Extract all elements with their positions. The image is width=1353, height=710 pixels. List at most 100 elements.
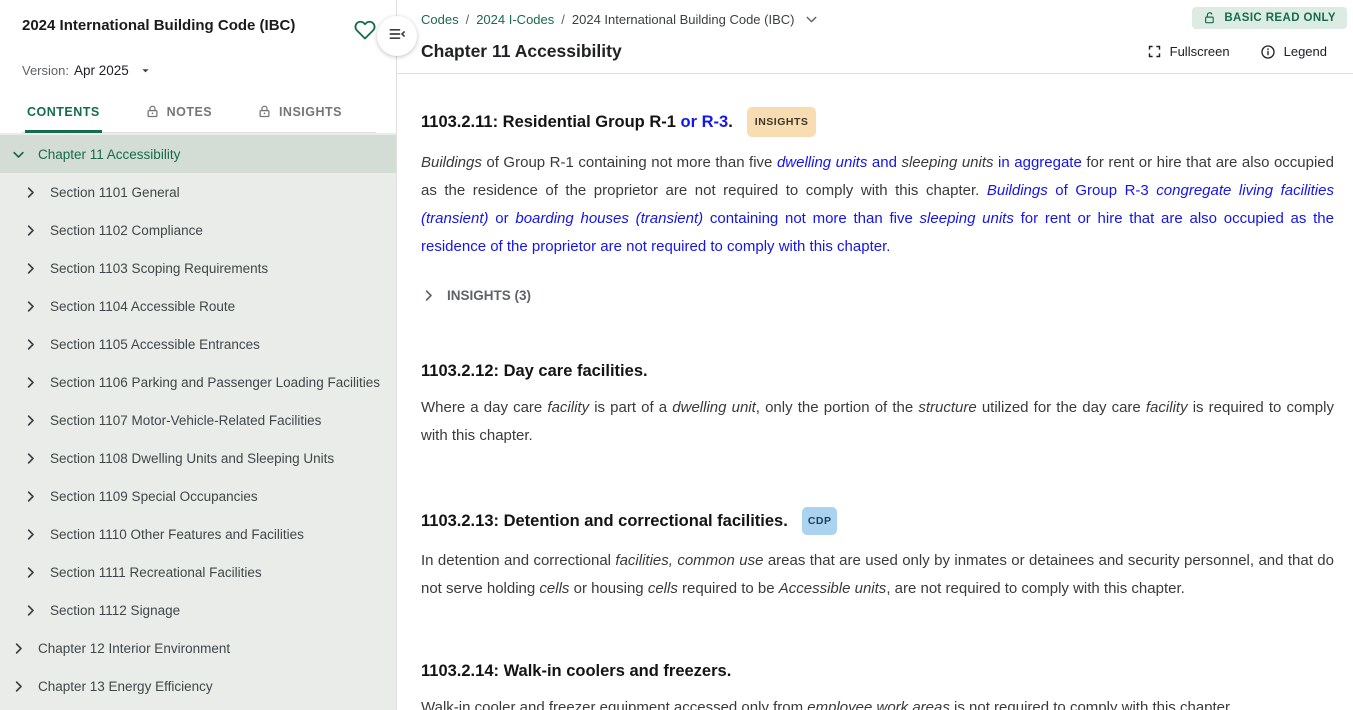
toc-item-label: Section 1102 Compliance bbox=[50, 223, 203, 238]
text-segment: 1103.2.12: Day care facilities. bbox=[421, 362, 648, 380]
version-label: Version: bbox=[22, 63, 69, 78]
chevron-right-icon bbox=[23, 223, 50, 238]
code-term-link[interactable]: containing not more than five bbox=[703, 210, 919, 227]
text-segment: In detention and correctional bbox=[421, 552, 615, 569]
chevron-down-icon bbox=[11, 147, 38, 162]
toc-item-label: Section 1103 Scoping Requirements bbox=[50, 261, 268, 276]
sidebar-item-section-1109-special-occupancies[interactable]: Section 1109 Special Occupancies bbox=[0, 477, 396, 515]
sidebar: 2024 International Building Code (IBC) V… bbox=[0, 0, 397, 710]
toc-item-label: Section 1107 Motor-Vehicle-Related Facil… bbox=[50, 413, 321, 428]
insights-badge[interactable]: INSIGHTS bbox=[747, 107, 817, 137]
text-segment: Accessible units bbox=[779, 580, 887, 597]
code-term-link[interactable]: Buildings bbox=[987, 182, 1048, 199]
sidebar-item-section-1112-signage[interactable]: Section 1112 Signage bbox=[0, 591, 396, 629]
text-segment: sleeping units bbox=[901, 154, 993, 171]
sidebar-item-section-1110-other-features-and-facilities[interactable]: Section 1110 Other Features and Faciliti… bbox=[0, 515, 396, 553]
collapse-sidebar-button[interactable] bbox=[377, 16, 417, 56]
page-title: Chapter 11 Accessibility bbox=[421, 41, 622, 62]
main-panel: BASIC READ ONLY Codes/2024 I-Codes/2024 … bbox=[397, 0, 1353, 710]
lock-icon bbox=[145, 104, 160, 119]
sidebar-item-section-1107-motor-vehicle-related-facilities[interactable]: Section 1107 Motor-Vehicle-Related Facil… bbox=[0, 401, 396, 439]
lock-icon bbox=[257, 104, 272, 119]
tab-contents[interactable]: CONTENTS bbox=[25, 93, 102, 132]
text-segment: 1103.2.14: Walk-in coolers and freezers. bbox=[421, 662, 731, 680]
legend-label: Legend bbox=[1284, 44, 1327, 59]
fullscreen-button[interactable]: Fullscreen bbox=[1147, 44, 1230, 59]
code-term-link[interactable]: dwelling units bbox=[777, 154, 867, 171]
text-segment: facility bbox=[1146, 399, 1188, 416]
caret-down-icon bbox=[138, 63, 153, 78]
toc-item-label: Section 1111 Recreational Facilities bbox=[50, 565, 262, 580]
code-term-link[interactable]: or R-3 bbox=[681, 113, 729, 131]
cdp-badge[interactable]: CDP bbox=[802, 507, 838, 535]
tab-label: CONTENTS bbox=[27, 105, 100, 119]
breadcrumb-link-codes[interactable]: Codes bbox=[421, 12, 459, 27]
chevron-right-icon bbox=[23, 261, 50, 276]
breadcrumb-chevron-down-icon[interactable] bbox=[803, 11, 820, 28]
toc-item-label: Section 1109 Special Occupancies bbox=[50, 489, 258, 504]
toc-item-label: Section 1112 Signage bbox=[50, 603, 180, 618]
breadcrumb-link-2024-i-codes[interactable]: 2024 I-Codes bbox=[476, 12, 554, 27]
text-segment: facility bbox=[547, 399, 589, 416]
text-segment: Where a day care bbox=[421, 399, 547, 416]
section-paragraph: Where a day care facility is part of a d… bbox=[421, 394, 1334, 450]
version-selector[interactable]: Version: Apr 2025 bbox=[22, 63, 153, 78]
tab-label: INSIGHTS bbox=[279, 105, 342, 119]
toc-tree: Chapter 11 Accessibility Section 1101 Gen… bbox=[0, 133, 396, 710]
text-segment: 1103.2.11: Residential Group R-1 bbox=[421, 113, 681, 131]
chevron-right-icon bbox=[23, 413, 50, 428]
sidebar-item-section-1104-accessible-route[interactable]: Section 1104 Accessible Route bbox=[0, 287, 396, 325]
toc-item-label: Section 1101 General bbox=[50, 185, 180, 200]
code-title: 2024 International Building Code (IBC) bbox=[22, 17, 295, 36]
chevron-right-icon bbox=[23, 375, 50, 390]
sidebar-item-chapter-12-interior-environment[interactable]: Chapter 12 Interior Environment bbox=[0, 629, 396, 667]
sidebar-item-chapter-11-accessibility[interactable]: Chapter 11 Accessibility bbox=[0, 135, 396, 173]
unlock-icon bbox=[1203, 11, 1217, 25]
sidebar-item-section-1103-scoping-requirements[interactable]: Section 1103 Scoping Requirements bbox=[0, 249, 396, 287]
sidebar-item-section-1102-compliance[interactable]: Section 1102 Compliance bbox=[0, 211, 396, 249]
chevron-right-icon bbox=[23, 603, 50, 618]
sidebar-item-section-1106-parking-and-passenger-loading-facilities[interactable]: Section 1106 Parking and Passenger Loadi… bbox=[0, 363, 396, 401]
menu-collapse-icon bbox=[387, 24, 407, 49]
sidebar-item-chapter-13-energy-efficiency[interactable]: Chapter 13 Energy Efficiency bbox=[0, 667, 396, 705]
code-term-link[interactable]: of Group R-3 bbox=[1048, 182, 1157, 199]
toc-item-label: Section 1106 Parking and Passenger Loadi… bbox=[50, 375, 380, 390]
code-term-link[interactable]: and bbox=[867, 154, 901, 171]
chevron-right-icon bbox=[11, 641, 38, 656]
favorite-heart-icon[interactable] bbox=[354, 19, 376, 46]
toc-item-label: Chapter 11 Accessibility bbox=[38, 147, 180, 162]
sidebar-item-section-1111-recreational-facilities[interactable]: Section 1111 Recreational Facilities bbox=[0, 553, 396, 591]
chevron-right-icon bbox=[421, 288, 436, 303]
fullscreen-icon bbox=[1147, 44, 1162, 59]
sidebar-item-section-1105-accessible-entrances[interactable]: Section 1105 Accessible Entrances bbox=[0, 325, 396, 363]
section-heading: 1103.2.11: Residential Group R-1 or R-3.… bbox=[421, 107, 1334, 137]
insights-toggle[interactable]: INSIGHTS (3) bbox=[421, 288, 531, 303]
toc-item-label: Section 1110 Other Features and Faciliti… bbox=[50, 527, 304, 542]
section-1103-2-14: 1103.2.14: Walk-in coolers and freezers.… bbox=[421, 660, 1334, 710]
text-segment: of Group R-1 containing not more than fi… bbox=[482, 154, 777, 171]
code-term-link[interactable]: boarding houses (transient) bbox=[515, 210, 703, 227]
code-term-link[interactable]: sleeping units bbox=[920, 210, 1014, 227]
code-content: 1103.2.11: Residential Group R-1 or R-3.… bbox=[397, 74, 1353, 710]
text-segment: facilities, common use bbox=[615, 552, 763, 569]
chevron-right-icon bbox=[23, 451, 50, 466]
legend-button[interactable]: Legend bbox=[1260, 44, 1327, 60]
toc-item-label: Section 1108 Dwelling Units and Sleeping… bbox=[50, 451, 334, 466]
insights-toggle-label: INSIGHTS (3) bbox=[447, 288, 531, 303]
tab-label: NOTES bbox=[167, 105, 213, 119]
sidebar-item-section-1101-general[interactable]: Section 1101 General bbox=[0, 173, 396, 211]
code-term-link[interactable]: in aggregate bbox=[994, 154, 1082, 171]
toc-item-label: Chapter 13 Energy Efficiency bbox=[38, 679, 213, 694]
access-level-badge[interactable]: BASIC READ ONLY bbox=[1192, 7, 1347, 29]
section-heading: 1103.2.14: Walk-in coolers and freezers. bbox=[421, 660, 1334, 682]
sidebar-item-section-1108-dwelling-units-and-sleeping-units[interactable]: Section 1108 Dwelling Units and Sleeping… bbox=[0, 439, 396, 477]
breadcrumb-current: 2024 International Building Code (IBC) bbox=[572, 12, 795, 27]
fullscreen-label: Fullscreen bbox=[1170, 44, 1230, 59]
chevron-right-icon bbox=[23, 489, 50, 504]
text-segment: cells bbox=[539, 580, 569, 597]
sidebar-tabs: CONTENTS NOTES INSIGHTS bbox=[22, 93, 376, 133]
tab-notes[interactable]: NOTES bbox=[143, 93, 215, 132]
code-term-link[interactable]: or bbox=[489, 210, 516, 227]
toc-item-label: Section 1105 Accessible Entrances bbox=[50, 337, 260, 352]
tab-insights[interactable]: INSIGHTS bbox=[255, 93, 344, 132]
